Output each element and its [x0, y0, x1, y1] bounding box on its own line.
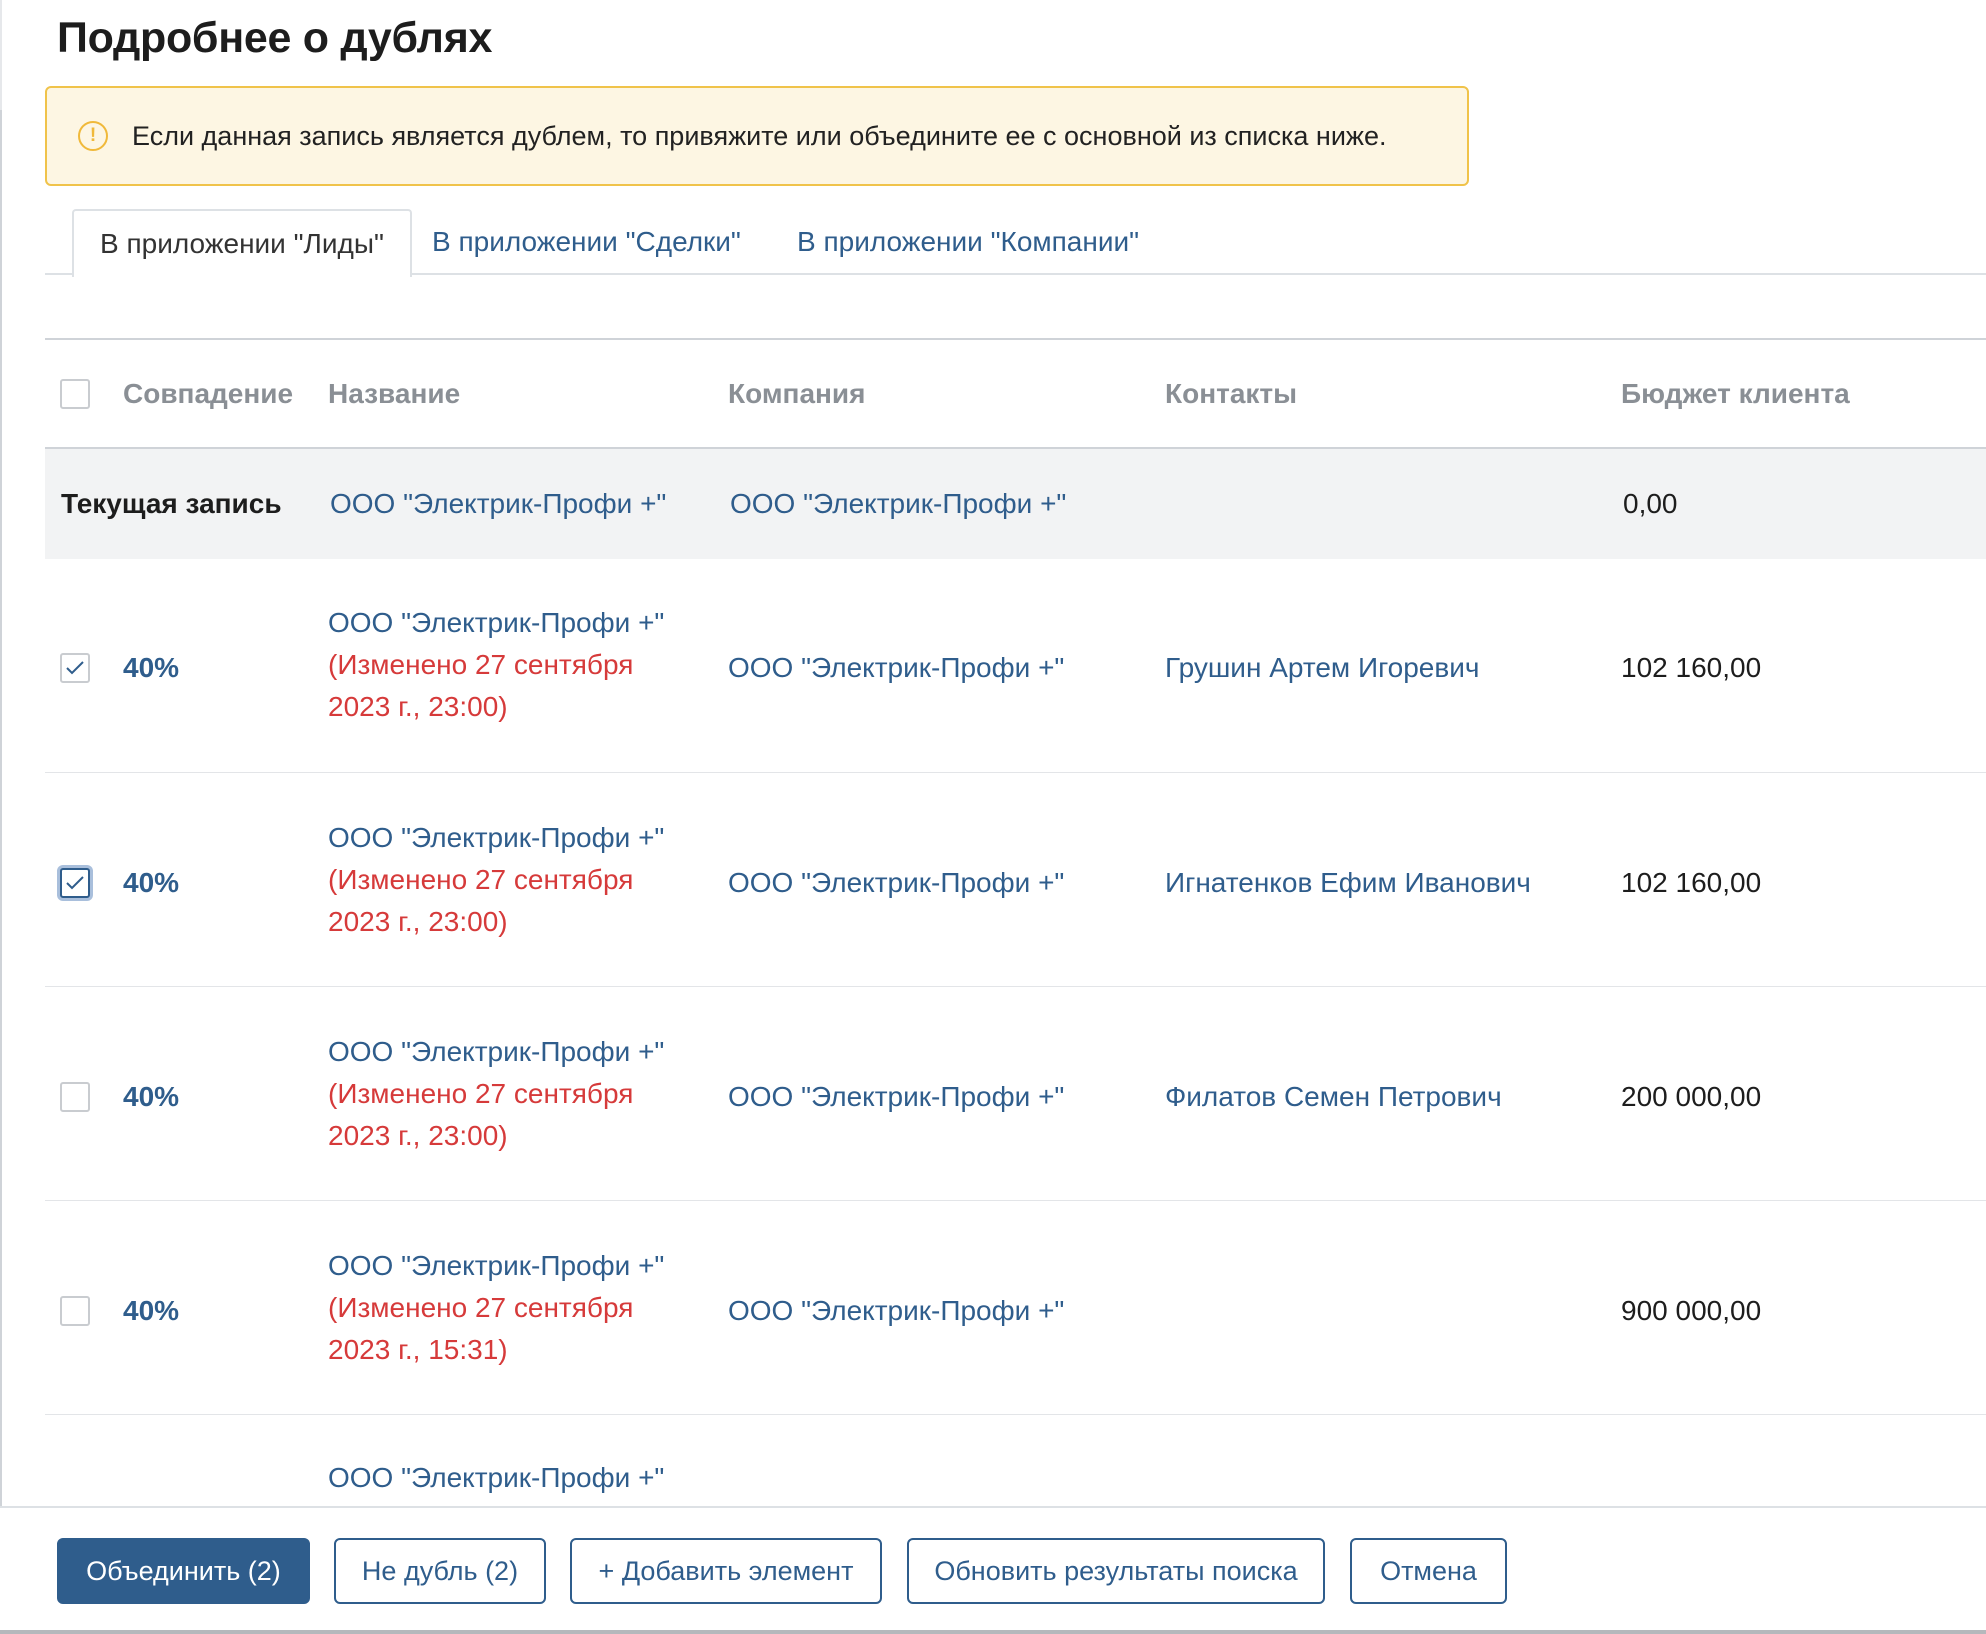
action-footer: Объединить (2) Не дубль (2) + Добавить э… [0, 1506, 1986, 1632]
row-modified: (Изменено 27 сентября [328, 864, 634, 895]
row-name-link[interactable]: ООО "Электрик-Профи +" [328, 817, 664, 859]
cancel-button[interactable]: Отмена [1350, 1538, 1507, 1604]
row-modified: (Изменено 27 сентября [328, 1292, 634, 1323]
row-contact[interactable]: Игнатенков Ефим Иванович [1165, 863, 1531, 903]
row-checkbox[interactable] [60, 1296, 90, 1326]
row-name-block: ООО "Электрик-Профи +" (Изменено 27 сент… [328, 1245, 664, 1371]
row-name-link[interactable]: ООО "Электрик-Профи +" [328, 602, 664, 644]
table-row: 40% ООО "Электрик-Профи +" (Изменено 27 … [45, 559, 1986, 773]
info-alert: ! Если данная запись является дублем, то… [45, 86, 1469, 186]
row-company[interactable]: ООО "Электрик-Профи +" [728, 863, 1064, 903]
row-company[interactable]: ООО "Электрик-Профи +" [728, 1077, 1064, 1117]
row-name-link[interactable]: ООО "Электрик-Профи +" [328, 1457, 664, 1499]
page-title: Подробнее о дублях [57, 14, 493, 62]
row-contact[interactable]: Грушин Артем Игоревич [1165, 648, 1479, 688]
header-company[interactable]: Компания [728, 340, 865, 448]
row-modified-date: 2023 г., 23:00) [328, 906, 508, 937]
table-row: 40% ООО "Электрик-Профи +" (Изменено 27 … [45, 773, 1986, 987]
row-company[interactable]: ООО "Электрик-Профи +" [728, 1291, 1064, 1331]
match-percent[interactable]: 40% [123, 1291, 179, 1331]
match-percent[interactable]: 40% [123, 863, 179, 903]
match-percent[interactable]: 40% [123, 1077, 179, 1117]
current-record-row: Текущая запись ООО "Электрик-Профи +" ОО… [45, 449, 1986, 559]
tab-companies[interactable]: В приложении "Компании" [797, 209, 1139, 275]
row-checkbox[interactable] [60, 653, 90, 683]
current-record-name[interactable]: ООО "Электрик-Профи +" [330, 449, 666, 559]
current-record-company[interactable]: ООО "Электрик-Профи +" [730, 449, 1066, 559]
match-percent[interactable]: 40% [123, 648, 179, 688]
row-checkbox[interactable] [60, 1082, 90, 1112]
header-contacts[interactable]: Контакты [1165, 340, 1297, 448]
row-budget: 900 000,00 [1621, 1295, 1762, 1326]
window-bottom-edge [0, 1630, 1986, 1634]
row-modified: (Изменено 27 сентября [328, 649, 634, 680]
row-name-block: ООО "Электрик-Профи +" (Изменено 27 сент… [328, 1031, 664, 1157]
row-budget: 102 160,00 [1621, 652, 1762, 683]
table-row-partial: ООО "Электрик-Профи +" [45, 1413, 1986, 1506]
row-budget: 200 000,00 [1621, 1081, 1762, 1112]
select-all-checkbox[interactable] [60, 379, 90, 409]
warning-icon: ! [78, 121, 108, 151]
header-budget[interactable]: Бюджет клиента [1621, 340, 1850, 448]
row-modified-date: 2023 г., 23:00) [328, 691, 508, 722]
refresh-search-button[interactable]: Обновить результаты поиска [907, 1538, 1325, 1604]
row-name-block: ООО "Электрик-Профи +" [328, 1457, 664, 1499]
merge-button[interactable]: Объединить (2) [57, 1538, 310, 1604]
current-record-label: Текущая запись [61, 488, 282, 519]
alert-text: Если данная запись является дублем, то п… [132, 120, 1387, 151]
row-name-block: ООО "Электрик-Профи +" (Изменено 27 сент… [328, 817, 664, 943]
row-company[interactable]: ООО "Электрик-Профи +" [728, 648, 1064, 688]
row-budget: 102 160,00 [1621, 867, 1762, 898]
row-modified-date: 2023 г., 15:31) [328, 1334, 508, 1365]
tab-leads[interactable]: В приложении "Лиды" [72, 209, 412, 277]
table-row: 40% ООО "Электрик-Профи +" (Изменено 27 … [45, 987, 1986, 1201]
table-row: 40% ООО "Электрик-Профи +" (Изменено 27 … [45, 1201, 1986, 1415]
tab-deals[interactable]: В приложении "Сделки" [432, 209, 741, 275]
row-modified: (Изменено 27 сентября [328, 1078, 634, 1109]
row-name-block: ООО "Электрик-Профи +" (Изменено 27 сент… [328, 602, 664, 728]
row-contact[interactable]: Филатов Семен Петрович [1165, 1077, 1502, 1117]
add-element-button[interactable]: + Добавить элемент [570, 1538, 882, 1604]
row-modified-date: 2023 г., 23:00) [328, 1120, 508, 1151]
row-checkbox[interactable] [60, 868, 90, 898]
header-match[interactable]: Совпадение [123, 340, 293, 448]
window-left-edge-top [0, 0, 2, 110]
tabs-bar: В приложении "Лиды" В приложении "Сделки… [45, 209, 1986, 277]
current-record-budget: 0,00 [1623, 488, 1678, 519]
not-duplicate-button[interactable]: Не дубль (2) [334, 1538, 546, 1604]
header-name[interactable]: Название [328, 340, 460, 448]
window-left-edge [0, 0, 2, 1634]
table-header: Совпадение Название Компания Контакты Бю… [45, 340, 1986, 448]
row-name-link[interactable]: ООО "Электрик-Профи +" [328, 1031, 664, 1073]
row-name-link[interactable]: ООО "Электрик-Профи +" [328, 1245, 664, 1287]
